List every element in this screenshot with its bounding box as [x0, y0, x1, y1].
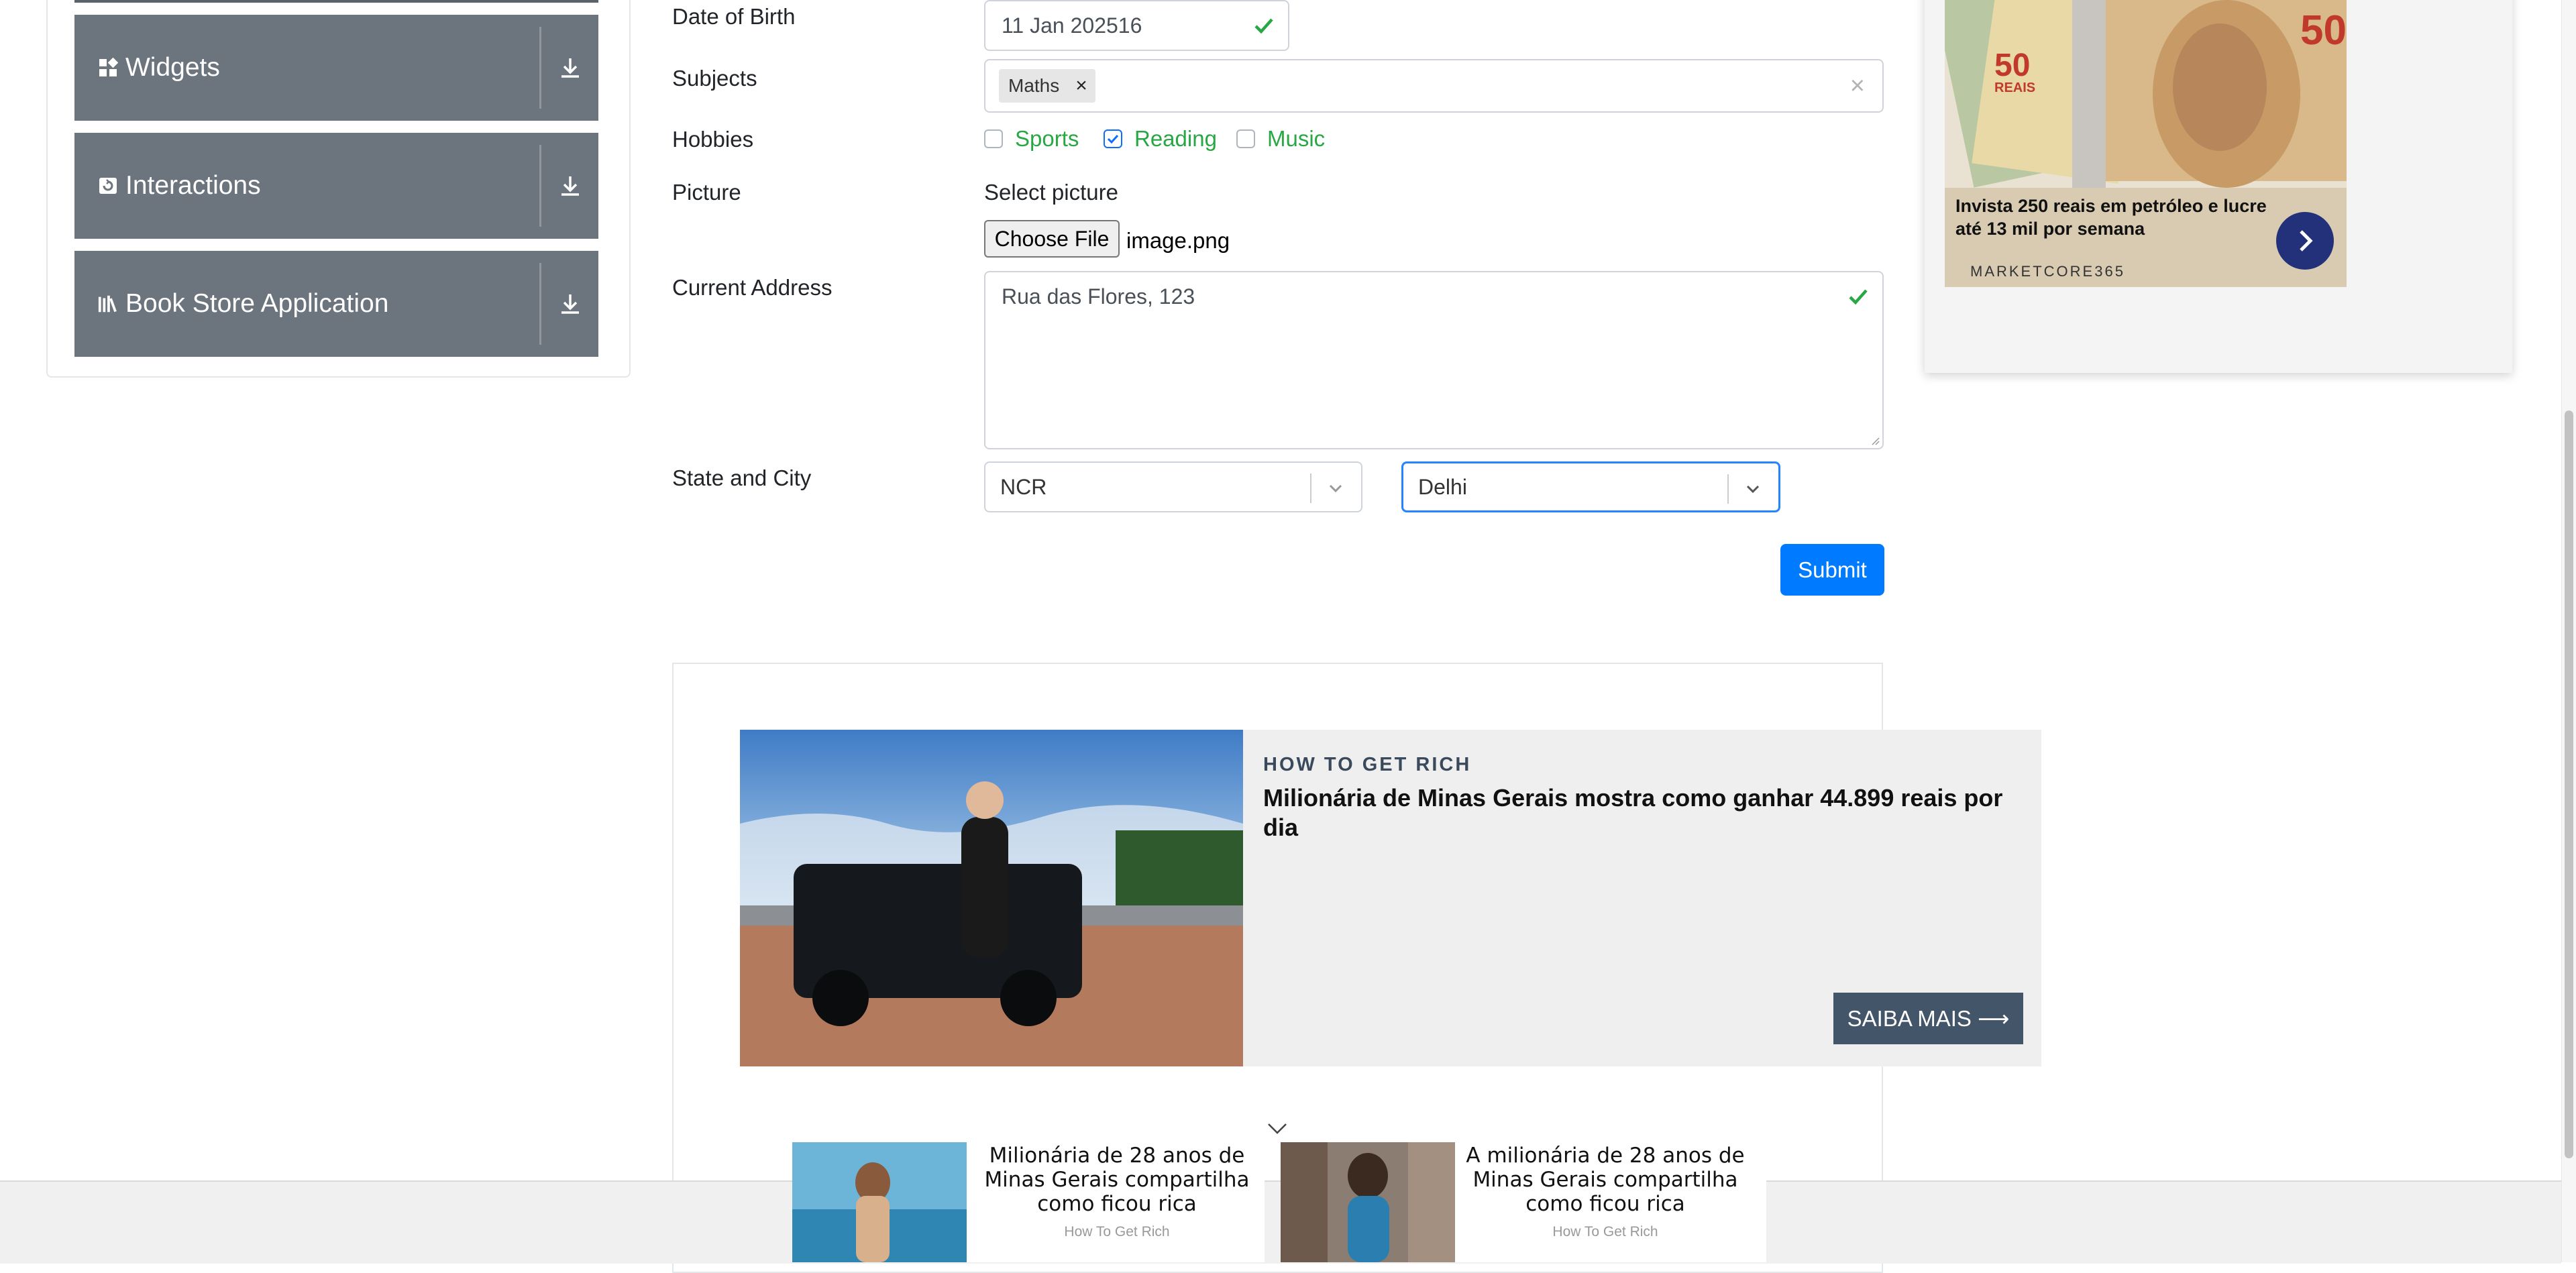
bottom-ad-title: A milionária de 28 anos de Minas Gerais … [1466, 1144, 1745, 1216]
select-picture-label: Select picture [984, 180, 1118, 205]
state-value: NCR [1000, 474, 1047, 499]
file-name: image.png [1126, 228, 1230, 253]
bottom-ad-item[interactable]: Milionária de 28 anos de Minas Gerais co… [792, 1142, 1265, 1262]
hobby-music[interactable]: Music [1236, 126, 1325, 152]
group-separator [539, 263, 541, 345]
valid-check-icon [1254, 18, 1273, 34]
city-select[interactable]: Delhi [1401, 461, 1780, 512]
subjects-label: Subjects [672, 66, 757, 91]
chevron-down-icon[interactable] [1325, 478, 1346, 499]
select-separator [1727, 474, 1729, 504]
sidebar-group-label: Widgets [125, 53, 220, 82]
sidebar-group-divider [74, 0, 598, 3]
hobby-label: Music [1267, 126, 1326, 151]
select-separator [1310, 474, 1311, 503]
hobbies-label: Hobbies [672, 127, 754, 152]
address-value: Rua das Flores, 123 [1002, 284, 1195, 309]
bottom-ad-source: How To Get Rich [1552, 1224, 1658, 1239]
checkbox[interactable] [1236, 129, 1255, 148]
hobby-sports[interactable]: Sports [984, 126, 1079, 152]
bottom-ad-item[interactable]: A milionária de 28 anos de Minas Gerais … [1281, 1142, 1766, 1262]
group-separator [539, 145, 541, 227]
banknote-value: 50 [1994, 48, 2031, 83]
download-icon[interactable] [555, 171, 585, 201]
content-advertisement[interactable]: HOW TO GET RICH Milionária de Minas Gera… [740, 730, 2041, 1066]
ad-headline[interactable]: Milionária de Minas Gerais mostra como g… [1263, 783, 2021, 842]
ad-thumbnail-image [792, 1142, 967, 1262]
hobby-reading[interactable]: Reading [1104, 126, 1217, 152]
address-textarea[interactable]: Rua das Flores, 123 [984, 271, 1884, 449]
resize-handle-icon[interactable] [1869, 435, 1880, 445]
download-icon[interactable] [555, 53, 585, 82]
clear-icon[interactable]: × [1850, 72, 1865, 99]
checkbox-checked[interactable] [1104, 129, 1122, 148]
bottom-ad-title: Milionária de 28 anos de Minas Gerais co… [984, 1144, 1250, 1216]
ad-text: Invista 250 reais em petróleo e lucre at… [1955, 196, 2267, 239]
picture-label: Picture [672, 180, 741, 205]
dob-label: Date of Birth [672, 4, 796, 29]
sidebar-group-widgets[interactable]: Widgets [74, 15, 598, 121]
choose-file-button[interactable]: Choose File [984, 220, 1120, 258]
checkbox[interactable] [984, 129, 1003, 148]
chevron-down-icon[interactable] [1266, 1120, 1289, 1136]
city-value: Delhi [1418, 474, 1467, 499]
scrollbar-thumb[interactable] [2565, 410, 2573, 1158]
sidebar-group-interactions[interactable]: Interactions [74, 133, 598, 239]
subject-chip-label: Maths [1008, 75, 1060, 96]
ad-caption[interactable]: Invista 250 reais em petróleo e lucre at… [1945, 188, 2347, 287]
subjects-input[interactable]: Maths × × [984, 59, 1884, 113]
dob-input[interactable]: 11 Jan 202516 [984, 0, 1289, 51]
subject-chip: Maths × [999, 69, 1095, 103]
remove-chip-icon[interactable]: × [1075, 74, 1087, 97]
sidebar-group-book-store[interactable]: Book Store Application [74, 251, 598, 357]
chevron-down-icon[interactable] [1742, 478, 1764, 500]
vertical-scrollbar[interactable] [2561, 0, 2576, 1262]
interactions-icon [97, 175, 119, 197]
ad-kicker: HOW TO GET RICH [1263, 754, 1472, 775]
widgets-icon [97, 57, 119, 78]
hobby-label: Reading [1134, 126, 1217, 151]
dob-value: 11 Jan 202516 [1002, 13, 1142, 38]
submit-button[interactable]: Submit [1780, 544, 1884, 596]
valid-check-icon [1849, 289, 1868, 305]
side-advertisement[interactable]: 50 50 REAIS Invista 250 reais em petróle… [1925, 0, 2512, 373]
check-icon [1107, 134, 1119, 144]
book-store-icon [97, 293, 119, 315]
group-separator [539, 27, 541, 109]
banknote-currency: REAIS [1994, 80, 2036, 95]
arrow-right-icon[interactable] [2276, 212, 2334, 270]
ad-brand: MARKETCORE365 [1970, 263, 2125, 280]
saiba-mais-button[interactable]: SAIBA MAIS ⟶ [1833, 993, 2023, 1044]
banknote-value: 50 [2300, 7, 2347, 54]
state-select[interactable]: NCR [984, 461, 1362, 512]
download-icon[interactable] [555, 289, 585, 319]
sidebar-group-label: Interactions [125, 171, 261, 200]
sidebar-group-label: Book Store Application [125, 289, 389, 318]
ad-photo-image [740, 730, 1243, 1066]
ad-thumbnail-image [1281, 1142, 1455, 1262]
address-label: Current Address [672, 275, 833, 300]
state-city-label: State and City [672, 465, 812, 490]
bottom-ad-source: How To Get Rich [1064, 1224, 1170, 1239]
hobby-label: Sports [1015, 126, 1079, 151]
